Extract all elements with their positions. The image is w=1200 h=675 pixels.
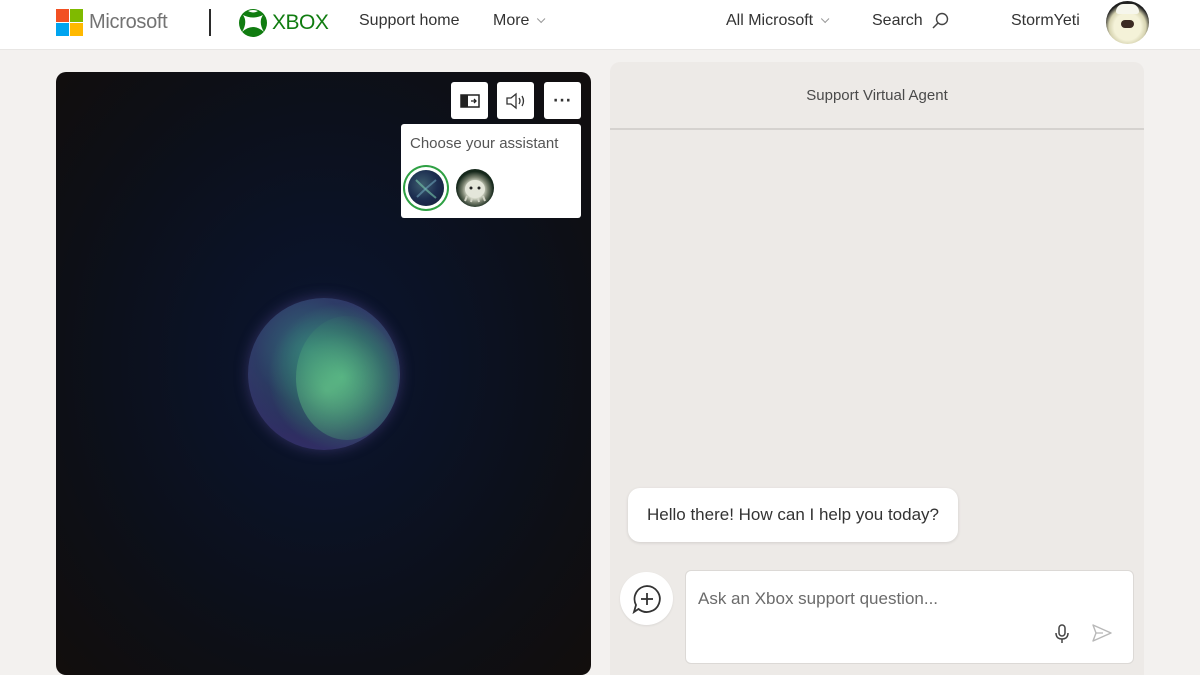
microphone-button[interactable] xyxy=(1054,623,1070,649)
search-label: Search xyxy=(872,12,923,29)
chat-add-icon xyxy=(631,584,661,614)
assistant-stage: ··· Choose your assistant xyxy=(56,72,591,675)
assistant-picker: Choose your assistant xyxy=(401,124,581,218)
xbox-sphere-icon xyxy=(239,9,267,37)
yeti-avatar-icon xyxy=(464,180,486,203)
avatar-hair xyxy=(1116,4,1139,14)
toggle-layout-button[interactable] xyxy=(451,82,488,119)
chat-header: Support Virtual Agent xyxy=(610,62,1144,130)
nav-more-label: More xyxy=(493,12,530,29)
chat-panel: Support Virtual Agent Hello there! How c… xyxy=(610,62,1144,675)
chat-input-box xyxy=(685,570,1134,664)
assistant-option-orb[interactable] xyxy=(408,170,444,206)
assistant-orb xyxy=(248,298,400,450)
assistant-orb-highlight xyxy=(296,316,398,440)
chat-input[interactable] xyxy=(698,587,1098,611)
audio-button[interactable] xyxy=(497,82,534,119)
chevron-down-icon xyxy=(821,14,830,24)
chat-title: Support Virtual Agent xyxy=(806,86,948,104)
search-icon xyxy=(932,12,948,29)
speaker-icon xyxy=(505,92,524,109)
panel-toggle-icon xyxy=(459,93,480,108)
microphone-icon xyxy=(1055,624,1069,643)
assistant-picker-title: Choose your assistant xyxy=(410,135,559,152)
agent-message-text: Hello there! How can I help you today? xyxy=(647,505,940,524)
microsoft-logo[interactable]: Microsoft xyxy=(56,9,168,36)
search-button[interactable]: Search xyxy=(872,12,949,30)
more-options-button[interactable]: ··· xyxy=(544,82,581,119)
avatar[interactable] xyxy=(1106,1,1149,44)
microsoft-grid-icon xyxy=(56,9,83,36)
assistant-option-yeti[interactable] xyxy=(456,169,494,207)
new-conversation-button[interactable] xyxy=(620,572,673,625)
username-label: StormYeti xyxy=(1011,12,1080,29)
site-header: Microsoft XBOX Support home More All Mic… xyxy=(0,0,1200,50)
agent-message: Hello there! How can I help you today? xyxy=(628,488,959,542)
xbox-wordmark: XBOX xyxy=(272,11,329,34)
nav-support-home[interactable]: Support home xyxy=(359,12,460,30)
header-divider xyxy=(209,9,211,36)
microsoft-wordmark: Microsoft xyxy=(89,11,168,33)
account-name[interactable]: StormYeti xyxy=(1011,12,1080,30)
nav-support-home-label: Support home xyxy=(359,12,460,29)
avatar-mouth xyxy=(1121,20,1134,28)
ellipsis-icon: ··· xyxy=(553,92,572,109)
chevron-down-icon xyxy=(537,14,546,24)
send-icon xyxy=(1092,624,1112,642)
nav-all-microsoft-label: All Microsoft xyxy=(726,12,814,29)
nav-all-microsoft[interactable]: All Microsoft xyxy=(726,12,830,30)
nav-more[interactable]: More xyxy=(493,12,546,30)
orb-avatar-icon xyxy=(415,179,437,199)
xbox-logo[interactable]: XBOX xyxy=(238,8,329,38)
send-button[interactable] xyxy=(1091,623,1113,647)
